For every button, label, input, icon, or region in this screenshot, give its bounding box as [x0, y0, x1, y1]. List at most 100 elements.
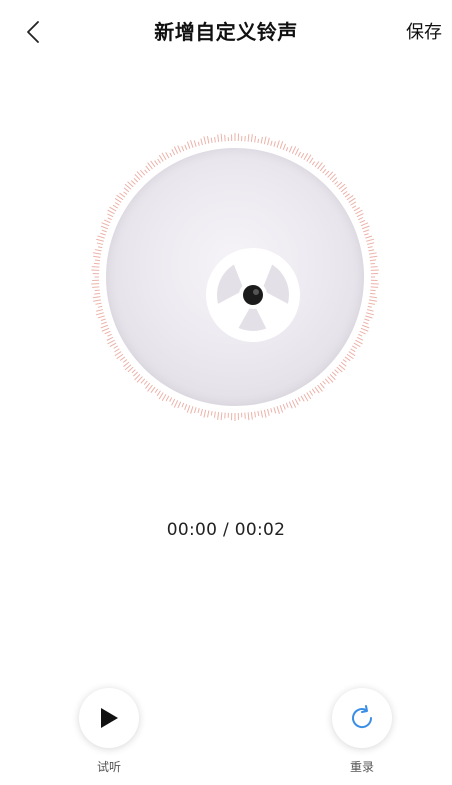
ring-tick [340, 186, 348, 193]
ring-tick [363, 321, 369, 325]
ring-tick [124, 364, 132, 371]
ring-tick [273, 407, 277, 414]
ring-tick [247, 412, 250, 421]
ring-tick [220, 133, 223, 142]
record-hub-icon [206, 248, 300, 342]
ring-tick [109, 342, 117, 347]
ring-tick [134, 174, 141, 181]
ring-tick [346, 194, 354, 201]
ring-tick [309, 157, 314, 164]
ring-tick [288, 401, 293, 409]
ring-tick [260, 410, 264, 418]
ring-tick [93, 262, 100, 265]
ring-tick [100, 318, 106, 322]
ring-tick [370, 289, 376, 292]
ring-tick [350, 348, 356, 353]
ring-tick [107, 217, 112, 221]
ring-tick [92, 252, 102, 255]
ring-tick [288, 145, 293, 153]
ring-tick [367, 305, 372, 308]
ring-tick [100, 225, 109, 230]
ring-tick [282, 143, 286, 151]
ring-tick [279, 405, 284, 413]
ring-tick [366, 238, 375, 242]
ring-tick [177, 145, 182, 153]
ring-tick [101, 222, 110, 227]
ring-tick [267, 408, 270, 416]
ring-tick [95, 312, 104, 316]
ring-tick [133, 371, 139, 377]
ring-tick [181, 145, 185, 152]
ring-tick [197, 141, 200, 146]
ring-tick [317, 384, 323, 392]
ring-tick [360, 222, 369, 227]
ring-tick [114, 198, 122, 203]
ring-tick [200, 408, 203, 417]
ring-tick [365, 315, 373, 319]
ring-tick [116, 194, 124, 201]
ring-tick [342, 359, 347, 363]
ring-tick [368, 299, 377, 302]
ring-tick [106, 336, 114, 341]
ring-tick [309, 390, 314, 396]
ring-tick [158, 154, 164, 162]
ring-tick [217, 411, 220, 420]
ring-tick [136, 171, 143, 178]
ring-tick [327, 376, 334, 383]
ring-tick [154, 160, 159, 166]
ring-tick [107, 333, 112, 337]
ring-tick [94, 249, 102, 252]
ring-tick [107, 209, 115, 215]
ring-tick [203, 136, 207, 145]
ring-tick [173, 400, 179, 408]
ring-tick [336, 366, 343, 373]
rerecord-button[interactable] [332, 688, 392, 748]
ring-tick [364, 318, 370, 322]
ring-tick [355, 209, 363, 215]
ring-tick [93, 255, 101, 258]
ring-tick [186, 405, 191, 413]
ring-tick [147, 384, 153, 392]
play-button[interactable] [79, 688, 139, 748]
ring-tick [247, 134, 250, 142]
ring-tick [131, 369, 136, 374]
ring-tick [93, 299, 102, 302]
ring-tick [95, 302, 102, 305]
ring-tick [145, 382, 151, 389]
ring-tick [100, 324, 109, 329]
ring-tick [101, 327, 110, 332]
ring-tick [342, 190, 348, 195]
ring-tick [214, 137, 216, 143]
ring-tick [300, 153, 305, 159]
ring-tick [282, 403, 286, 410]
ring-tick [329, 173, 336, 181]
ring-tick [276, 140, 280, 148]
ring-tick [346, 353, 354, 360]
ring-tick [165, 395, 170, 402]
ring-tick [107, 213, 114, 218]
ring-tick [184, 403, 188, 411]
ring-tick [97, 315, 105, 319]
ring-tick [145, 165, 151, 172]
ring-tick [294, 398, 299, 406]
ring-tick [314, 386, 320, 394]
ring-tick [322, 380, 326, 385]
ring-tick [96, 242, 104, 245]
refresh-icon [352, 705, 373, 729]
ring-tick [220, 412, 223, 421]
ring-tick [181, 402, 185, 408]
ring-tick [97, 246, 103, 249]
ring-tick [291, 400, 297, 408]
ring-tick [203, 409, 207, 418]
ring-tick [190, 406, 194, 414]
ring-tick [263, 136, 267, 145]
ring-tick [297, 151, 302, 157]
save-button[interactable]: 保存 [406, 18, 442, 44]
ring-tick [147, 162, 153, 170]
ring-tick [161, 393, 167, 402]
ring-tick [96, 309, 104, 312]
ring-tick [317, 162, 323, 170]
ring-tick [193, 407, 197, 414]
ring-tick [368, 302, 375, 305]
ring-tick [143, 380, 148, 385]
